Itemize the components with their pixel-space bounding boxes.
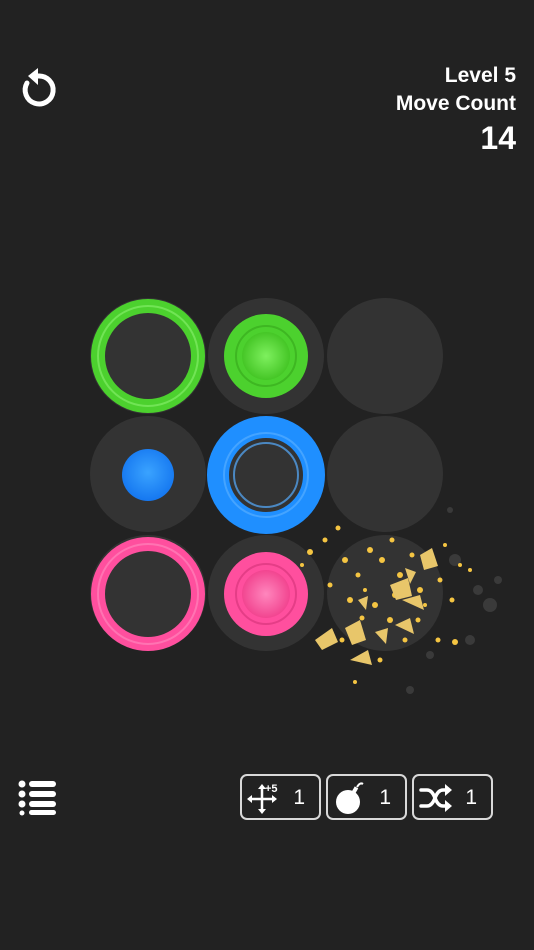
bomb-icon [336, 782, 364, 814]
shuffle-button[interactable]: 1 [412, 774, 493, 820]
blue-small-dot [122, 449, 174, 501]
move-badge-text: +5 [265, 783, 278, 795]
blue-large-ring [207, 416, 325, 534]
pink-small-dot [242, 570, 290, 618]
bomb-count: 1 [379, 786, 391, 809]
bomb-button[interactable]: 1 [326, 774, 407, 820]
blue-ring-groove-outer [223, 432, 309, 518]
blue-medium-ring [233, 442, 299, 508]
shuffle-icon [419, 784, 452, 812]
gold-sparkle-burst [300, 507, 502, 694]
list-icon[interactable] [18, 780, 58, 816]
move-plus-count: 1 [293, 786, 305, 809]
pink-large-ring-highlight [97, 543, 199, 645]
move-plus-button[interactable]: +5 1 [240, 774, 321, 820]
move-plus-five-icon: +5 [247, 783, 278, 814]
shuffle-count: 1 [465, 786, 477, 809]
green-large-ring-highlight [97, 305, 199, 407]
green-small-dot [242, 332, 290, 380]
